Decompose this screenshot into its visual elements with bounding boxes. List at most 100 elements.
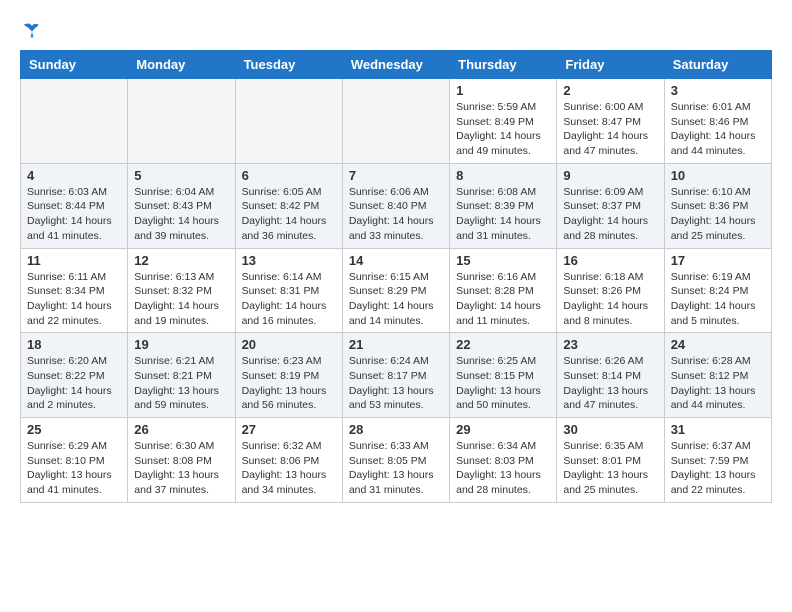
calendar-cell: 13Sunrise: 6:14 AM Sunset: 8:31 PM Dayli… <box>235 248 342 333</box>
day-info: Sunrise: 6:23 AM Sunset: 8:19 PM Dayligh… <box>242 354 336 413</box>
calendar-table: SundayMondayTuesdayWednesdayThursdayFrid… <box>20 50 772 503</box>
day-info: Sunrise: 6:04 AM Sunset: 8:43 PM Dayligh… <box>134 185 228 244</box>
day-number: 30 <box>563 422 657 437</box>
logo <box>20 20 44 40</box>
calendar-cell: 31Sunrise: 6:37 AM Sunset: 7:59 PM Dayli… <box>664 418 771 503</box>
day-info: Sunrise: 6:35 AM Sunset: 8:01 PM Dayligh… <box>563 439 657 498</box>
calendar-cell <box>21 79 128 164</box>
day-number: 18 <box>27 337 121 352</box>
day-info: Sunrise: 6:08 AM Sunset: 8:39 PM Dayligh… <box>456 185 550 244</box>
day-number: 12 <box>134 253 228 268</box>
day-info: Sunrise: 6:28 AM Sunset: 8:12 PM Dayligh… <box>671 354 765 413</box>
weekday-header-sunday: Sunday <box>21 51 128 79</box>
day-info: Sunrise: 6:18 AM Sunset: 8:26 PM Dayligh… <box>563 270 657 329</box>
calendar-cell <box>235 79 342 164</box>
calendar-cell: 16 Sunrise: 6:18 AM Sunset: 8:26 PM Dayli… <box>557 248 664 333</box>
day-number: 24 <box>671 337 765 352</box>
day-number: 23 <box>563 337 657 352</box>
calendar-cell: 4Sunrise: 6:03 AM Sunset: 8:44 PM Daylig… <box>21 163 128 248</box>
weekday-header-monday: Monday <box>128 51 235 79</box>
calendar-cell: 27 Sunrise: 6:32 AM Sunset: 8:06 PM Dayli… <box>235 418 342 503</box>
calendar-cell: 3 Sunrise: 6:01 AM Sunset: 8:46 PM Daylig… <box>664 79 771 164</box>
day-number: 25 <box>27 422 121 437</box>
calendar-cell: 30 Sunrise: 6:35 AM Sunset: 8:01 PM Dayli… <box>557 418 664 503</box>
day-number: 14 <box>349 253 443 268</box>
weekday-header-wednesday: Wednesday <box>342 51 449 79</box>
day-number: 15 <box>456 253 550 268</box>
day-info: Sunrise: 6:34 AM Sunset: 8:03 PM Dayligh… <box>456 439 550 498</box>
calendar-cell: 21Sunrise: 6:24 AM Sunset: 8:17 PM Dayli… <box>342 333 449 418</box>
calendar-cell: 5 Sunrise: 6:04 AM Sunset: 8:43 PM Daylig… <box>128 163 235 248</box>
day-info: Sunrise: 6:06 AM Sunset: 8:40 PM Dayligh… <box>349 185 443 244</box>
calendar-week-1: 1 Sunrise: 5:59 AM Sunset: 8:49 PM Daylig… <box>21 79 772 164</box>
day-info: Sunrise: 5:59 AM Sunset: 8:49 PM Dayligh… <box>456 100 550 159</box>
calendar-cell: 1 Sunrise: 5:59 AM Sunset: 8:49 PM Daylig… <box>450 79 557 164</box>
day-info: Sunrise: 6:32 AM Sunset: 8:06 PM Dayligh… <box>242 439 336 498</box>
day-info: Sunrise: 6:33 AM Sunset: 8:05 PM Dayligh… <box>349 439 443 498</box>
day-number: 5 <box>134 168 228 183</box>
calendar-cell: 15 Sunrise: 6:16 AM Sunset: 8:28 PM Dayli… <box>450 248 557 333</box>
day-info: Sunrise: 6:30 AM Sunset: 8:08 PM Dayligh… <box>134 439 228 498</box>
day-info: Sunrise: 6:01 AM Sunset: 8:46 PM Dayligh… <box>671 100 765 159</box>
day-info: Sunrise: 6:00 AM Sunset: 8:47 PM Dayligh… <box>563 100 657 159</box>
calendar-cell: 8 Sunrise: 6:08 AM Sunset: 8:39 PM Daylig… <box>450 163 557 248</box>
calendar-cell: 12 Sunrise: 6:13 AM Sunset: 8:32 PM Dayli… <box>128 248 235 333</box>
calendar-cell <box>342 79 449 164</box>
day-number: 22 <box>456 337 550 352</box>
day-number: 3 <box>671 83 765 98</box>
day-number: 27 <box>242 422 336 437</box>
day-info: Sunrise: 6:05 AM Sunset: 8:42 PM Dayligh… <box>242 185 336 244</box>
day-info: Sunrise: 6:25 AM Sunset: 8:15 PM Dayligh… <box>456 354 550 413</box>
calendar-cell: 18 Sunrise: 6:20 AM Sunset: 8:22 PM Dayli… <box>21 333 128 418</box>
calendar-cell: 17Sunrise: 6:19 AM Sunset: 8:24 PM Dayli… <box>664 248 771 333</box>
weekday-header-saturday: Saturday <box>664 51 771 79</box>
day-info: Sunrise: 6:10 AM Sunset: 8:36 PM Dayligh… <box>671 185 765 244</box>
day-info: Sunrise: 6:26 AM Sunset: 8:14 PM Dayligh… <box>563 354 657 413</box>
day-number: 16 <box>563 253 657 268</box>
day-number: 9 <box>563 168 657 183</box>
calendar-cell: 23 Sunrise: 6:26 AM Sunset: 8:14 PM Dayli… <box>557 333 664 418</box>
day-number: 2 <box>563 83 657 98</box>
day-number: 31 <box>671 422 765 437</box>
day-info: Sunrise: 6:03 AM Sunset: 8:44 PM Dayligh… <box>27 185 121 244</box>
logo-bird-icon <box>22 20 42 40</box>
day-number: 8 <box>456 168 550 183</box>
weekday-header-row: SundayMondayTuesdayWednesdayThursdayFrid… <box>21 51 772 79</box>
page-header <box>20 20 772 40</box>
calendar-cell: 9 Sunrise: 6:09 AM Sunset: 8:37 PM Daylig… <box>557 163 664 248</box>
day-info: Sunrise: 6:09 AM Sunset: 8:37 PM Dayligh… <box>563 185 657 244</box>
calendar-cell <box>128 79 235 164</box>
calendar-week-3: 11Sunrise: 6:11 AM Sunset: 8:34 PM Dayli… <box>21 248 772 333</box>
calendar-cell: 28Sunrise: 6:33 AM Sunset: 8:05 PM Dayli… <box>342 418 449 503</box>
day-number: 1 <box>456 83 550 98</box>
day-number: 21 <box>349 337 443 352</box>
day-number: 13 <box>242 253 336 268</box>
calendar-cell: 7 Sunrise: 6:06 AM Sunset: 8:40 PM Daylig… <box>342 163 449 248</box>
calendar-cell: 2 Sunrise: 6:00 AM Sunset: 8:47 PM Daylig… <box>557 79 664 164</box>
calendar-cell: 25Sunrise: 6:29 AM Sunset: 8:10 PM Dayli… <box>21 418 128 503</box>
day-info: Sunrise: 6:15 AM Sunset: 8:29 PM Dayligh… <box>349 270 443 329</box>
day-number: 10 <box>671 168 765 183</box>
day-number: 7 <box>349 168 443 183</box>
day-info: Sunrise: 6:16 AM Sunset: 8:28 PM Dayligh… <box>456 270 550 329</box>
calendar-cell: 26Sunrise: 6:30 AM Sunset: 8:08 PM Dayli… <box>128 418 235 503</box>
day-number: 6 <box>242 168 336 183</box>
day-info: Sunrise: 6:20 AM Sunset: 8:22 PM Dayligh… <box>27 354 121 413</box>
calendar-cell: 10 Sunrise: 6:10 AM Sunset: 8:36 PM Dayli… <box>664 163 771 248</box>
calendar-week-5: 25Sunrise: 6:29 AM Sunset: 8:10 PM Dayli… <box>21 418 772 503</box>
calendar-cell: 29 Sunrise: 6:34 AM Sunset: 8:03 PM Dayli… <box>450 418 557 503</box>
day-info: Sunrise: 6:21 AM Sunset: 8:21 PM Dayligh… <box>134 354 228 413</box>
day-number: 17 <box>671 253 765 268</box>
calendar-cell: 19 Sunrise: 6:21 AM Sunset: 8:21 PM Dayli… <box>128 333 235 418</box>
calendar-cell: 6 Sunrise: 6:05 AM Sunset: 8:42 PM Daylig… <box>235 163 342 248</box>
calendar-week-2: 4Sunrise: 6:03 AM Sunset: 8:44 PM Daylig… <box>21 163 772 248</box>
calendar-cell: 11Sunrise: 6:11 AM Sunset: 8:34 PM Dayli… <box>21 248 128 333</box>
weekday-header-thursday: Thursday <box>450 51 557 79</box>
day-number: 19 <box>134 337 228 352</box>
calendar-cell: 22 Sunrise: 6:25 AM Sunset: 8:15 PM Dayli… <box>450 333 557 418</box>
day-info: Sunrise: 6:11 AM Sunset: 8:34 PM Dayligh… <box>27 270 121 329</box>
day-number: 29 <box>456 422 550 437</box>
calendar-cell: 14 Sunrise: 6:15 AM Sunset: 8:29 PM Dayli… <box>342 248 449 333</box>
day-info: Sunrise: 6:13 AM Sunset: 8:32 PM Dayligh… <box>134 270 228 329</box>
weekday-header-friday: Friday <box>557 51 664 79</box>
